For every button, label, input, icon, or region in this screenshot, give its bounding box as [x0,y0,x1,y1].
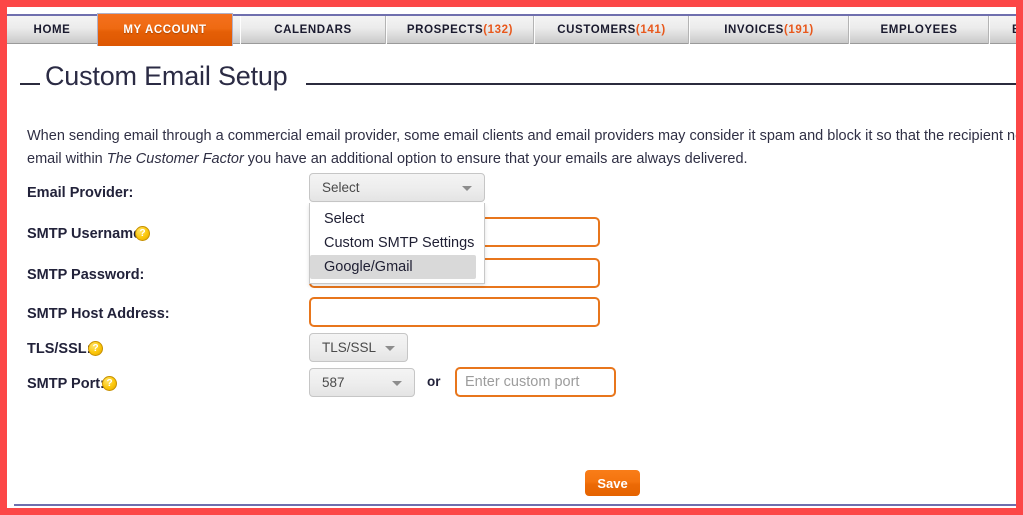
email-provider-select[interactable]: Select [309,173,485,202]
chevron-down-icon [462,186,472,191]
label-smtp-password: SMTP Password: [27,267,145,283]
email-provider-dropdown-list[interactable]: Select Custom SMTP Settings Google/Gmail [309,203,485,284]
email-provider-selected-value: Select [322,180,360,195]
label-smtp-host-address: SMTP Host Address: [27,306,170,322]
label-tls-ssl: TLS/SSL: [27,341,92,357]
app-window: HOME CALENDARS PROSPECTS(132) CUSTOMERS(… [0,0,1023,515]
dropdown-option-google-gmail[interactable]: Google/Gmail [310,255,476,279]
chevron-down-icon [385,346,395,351]
question-mark-icon-tls-ssl[interactable]: ? [88,341,103,356]
custom-port-input[interactable] [455,367,616,397]
nav-tab-my-account-label: MY ACCOUNT [123,24,207,36]
port-or-label: or [427,374,441,389]
smtp-host-address-input[interactable] [309,297,600,327]
custom-email-setup-form: Email Provider: Select Select Custom SMT… [7,7,1016,507]
nav-tab-my-account-active[interactable]: MY ACCOUNT [97,13,233,46]
tls-ssl-select[interactable]: TLS/SSL [309,333,408,362]
chevron-down-icon [392,381,402,386]
label-email-provider: Email Provider: [27,185,134,201]
smtp-port-select[interactable]: 587 [309,368,415,397]
label-smtp-port: SMTP Port: [27,376,105,392]
dropdown-option-custom-smtp-settings[interactable]: Custom SMTP Settings [310,231,484,255]
save-button[interactable]: Save [585,470,640,496]
smtp-port-selected-value: 587 [322,375,345,390]
question-mark-icon-smtp-username[interactable]: ? [135,226,150,241]
dropdown-option-select[interactable]: Select [310,207,484,231]
footer-divider [14,504,1016,506]
question-mark-icon-smtp-port[interactable]: ? [102,376,117,391]
label-smtp-username: SMTP Username: [27,226,146,242]
tls-ssl-selected-value: TLS/SSL [322,340,377,355]
